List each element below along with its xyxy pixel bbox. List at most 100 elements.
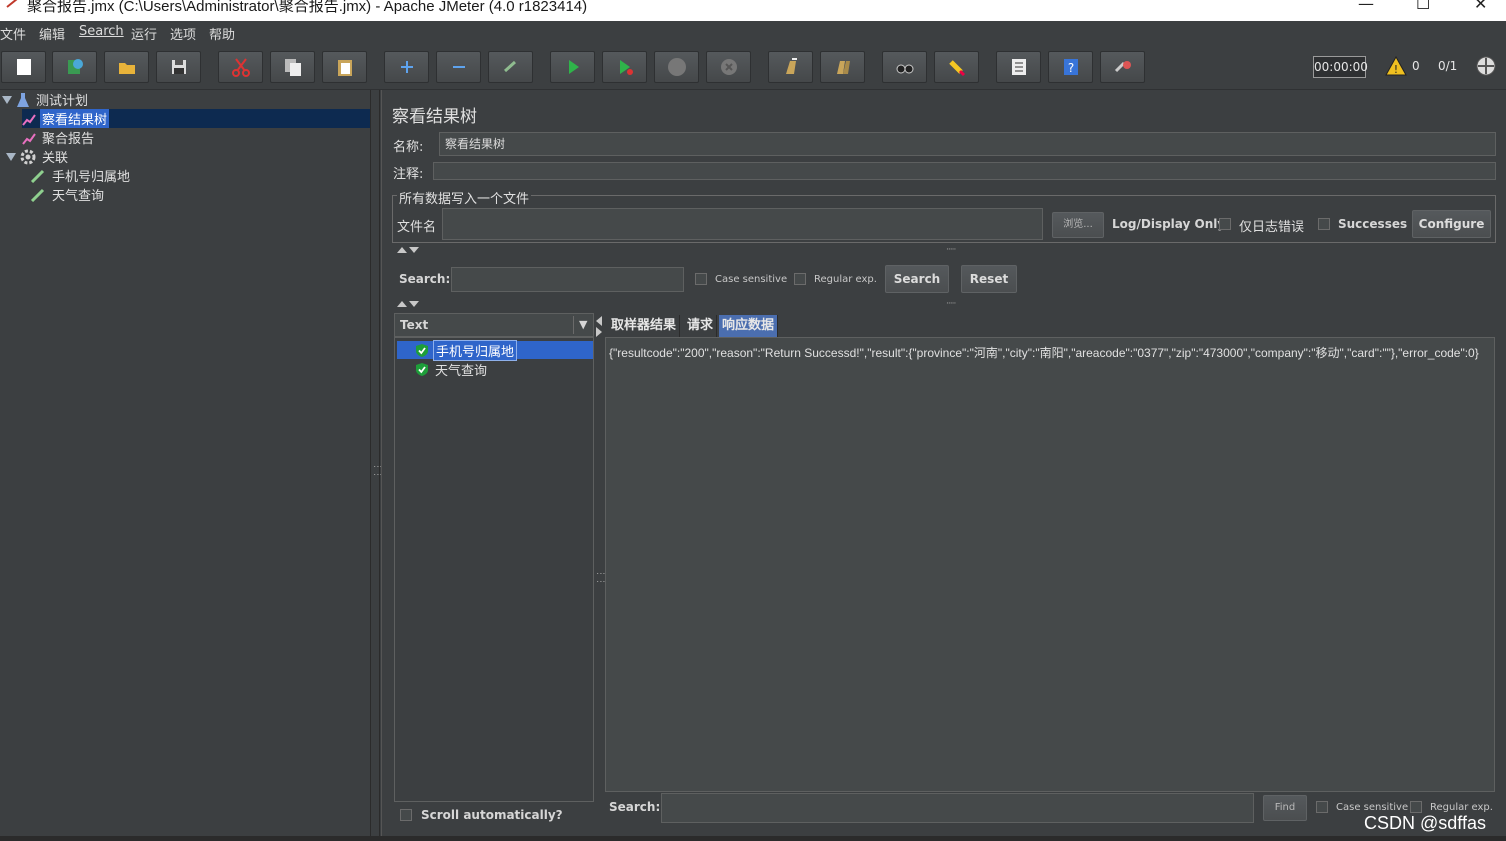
chevron-down-icon: ▼ [579, 318, 588, 331]
find-regex-label: Regular exp. [1430, 802, 1493, 813]
panel-title: 察看结果树 [392, 107, 477, 127]
jmeter-logo-icon [6, 0, 18, 8]
browse-button[interactable]: 浏览... [1052, 212, 1104, 238]
expand-button[interactable] [384, 51, 429, 83]
title-bar: 聚合报告.jmx (C:\Users\Administrator\聚合报告.jm… [0, 0, 1506, 21]
tree-item-view-results-tree[interactable]: 察看结果树 [22, 109, 370, 128]
templates-button[interactable] [52, 51, 97, 83]
stop-icon [667, 58, 686, 76]
find-button[interactable]: Find [1263, 795, 1307, 821]
new-button[interactable] [1, 51, 46, 83]
find-regex-checkbox[interactable] [1410, 801, 1422, 813]
errors-only-checkbox[interactable] [1219, 218, 1231, 230]
menu-file[interactable]: 文件 [0, 24, 26, 43]
name-input[interactable]: 察看结果树 [439, 132, 1496, 156]
warning-icon[interactable]: ! [1385, 55, 1407, 77]
response-data-area[interactable]: {"resultcode":"200","reason":"Return Suc… [605, 337, 1495, 792]
new-icon [16, 59, 31, 75]
renderer-select[interactable]: Text ▼ [394, 313, 594, 337]
tree-item-aggregate-report[interactable]: 聚合报告 [22, 128, 96, 147]
reset-button[interactable]: Reset [961, 265, 1017, 293]
collapse-arrows-icon[interactable] [595, 315, 603, 337]
expand-icon [400, 61, 413, 73]
start-no-pause-button[interactable] [602, 51, 647, 83]
cut-icon [231, 58, 250, 77]
regex-checkbox[interactable] [794, 273, 806, 285]
stop-button[interactable] [654, 51, 699, 83]
reset-search-button[interactable] [934, 51, 979, 83]
successes-checkbox[interactable] [1318, 218, 1330, 230]
watermark: CSDN @sdffas [1364, 813, 1486, 833]
tab-sampler-result[interactable]: 取样器结果 [608, 315, 681, 337]
comment-label: 注释: [393, 167, 424, 182]
tab-response-data[interactable]: 响应数据 [719, 315, 779, 337]
menu-options[interactable]: 选项 [170, 24, 196, 43]
paste-button[interactable] [322, 51, 367, 83]
log-display-label: Log/Display Only: [1112, 217, 1230, 231]
scroll-auto-checkbox[interactable] [400, 809, 412, 821]
collapse-button[interactable] [436, 51, 481, 83]
successes-label: Successes [1338, 217, 1408, 231]
find-case-sensitive-checkbox[interactable] [1316, 801, 1328, 813]
cut-button[interactable] [218, 51, 263, 83]
regex-label: Regular exp. [814, 274, 877, 285]
maximize-icon[interactable]: ☐ [1416, 0, 1430, 13]
search-input[interactable] [451, 267, 684, 292]
search-label: Search: [399, 272, 451, 286]
collapse-arrows-icon[interactable] [396, 300, 420, 308]
help-icon: ? [1063, 59, 1078, 75]
save-button[interactable] [156, 51, 201, 83]
minimize-icon[interactable]: — [1358, 0, 1374, 13]
menu-help[interactable]: 帮助 [209, 24, 235, 43]
open-button[interactable] [104, 51, 149, 83]
divider-grip[interactable]: ····· [946, 245, 956, 255]
clear-button[interactable] [768, 51, 813, 83]
remote-button[interactable] [1100, 51, 1145, 83]
menu-edit[interactable]: 编辑 [39, 24, 65, 43]
menu-run[interactable]: 运行 [131, 24, 157, 43]
paste-icon [337, 60, 352, 76]
filename-label: 文件名 [397, 220, 437, 235]
sample-item[interactable]: 天气查询 [415, 360, 489, 379]
shutdown-button[interactable] [706, 51, 751, 83]
open-icon [118, 63, 135, 74]
toolbar: ? ! [0, 43, 1506, 90]
results-splitter[interactable]: ⋮⋮ [594, 313, 605, 829]
find-input[interactable] [661, 793, 1254, 823]
search-submit-button[interactable]: Search [885, 265, 949, 293]
case-sensitive-checkbox[interactable] [695, 273, 707, 285]
collapse-arrows-icon[interactable] [396, 246, 420, 254]
function-helper-button[interactable] [996, 51, 1041, 83]
find-case-sensitive-label: Case sensitive [1336, 802, 1409, 813]
tab-request[interactable]: 请求 [684, 315, 718, 337]
clear-all-button[interactable] [820, 51, 865, 83]
filename-input[interactable] [442, 208, 1043, 240]
shutdown-icon [720, 59, 737, 75]
expand-arrow-icon[interactable] [2, 95, 12, 104]
remote-status-icon [1476, 56, 1496, 76]
sample-item[interactable]: 手机号归属地 [397, 339, 593, 361]
tree-item-test-plan[interactable]: 测试计划 [2, 90, 90, 109]
comment-input[interactable] [433, 162, 1496, 180]
copy-button[interactable] [270, 51, 315, 83]
search-button[interactable] [882, 51, 927, 83]
window-title: 聚合报告.jmx (C:\Users\Administrator\聚合报告.jm… [27, 0, 588, 15]
search-icon [896, 64, 913, 74]
menu-search[interactable]: Search [79, 24, 124, 39]
reset-search-icon [948, 60, 965, 77]
main-splitter[interactable]: ⋮⋮ [370, 90, 382, 836]
templates-icon [67, 59, 83, 74]
start-button[interactable] [550, 51, 595, 83]
case-sensitive-label: Case sensitive [715, 274, 788, 285]
divider-grip[interactable]: ····· [946, 299, 956, 309]
start-icon [568, 60, 579, 74]
close-icon[interactable]: ✕ [1474, 0, 1487, 13]
expand-arrow-icon[interactable] [6, 152, 16, 161]
help-button[interactable]: ? [1048, 51, 1093, 83]
copy-icon [284, 59, 301, 76]
tree-item-phone-location[interactable]: 手机号归属地 [30, 166, 132, 185]
tree-item-weather-query[interactable]: 天气查询 [30, 185, 106, 204]
toggle-button[interactable] [488, 51, 533, 83]
tree-item-thread-group[interactable]: 关联 [6, 147, 70, 166]
configure-button[interactable]: Configure [1412, 210, 1491, 238]
